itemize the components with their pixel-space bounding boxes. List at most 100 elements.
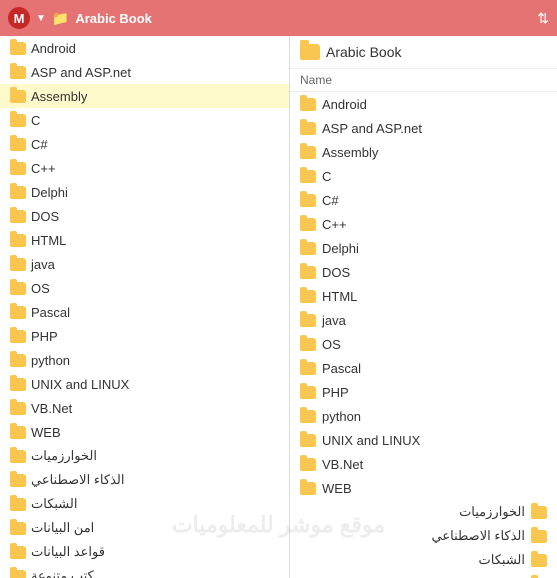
folder-icon [300,458,316,471]
right-list-item[interactable]: OS [290,332,557,356]
item-label: Delphi [322,241,359,256]
right-list-item[interactable]: Assembly [290,140,557,164]
left-tree-item[interactable]: VB.Net [0,396,289,420]
folder-icon [300,362,316,375]
item-label: Pascal [31,305,70,320]
left-tree-item[interactable]: Delphi [0,180,289,204]
folder-icon [300,122,316,135]
top-bar: M ▼ 📁 Arabic Book ⇅ [0,0,557,36]
right-list-item[interactable]: C [290,164,557,188]
right-list-item[interactable]: java [290,308,557,332]
item-label: UNIX and LINUX [322,433,420,448]
left-tree-item[interactable]: ASP and ASP.net [0,60,289,84]
right-list-item[interactable]: Delphi [290,236,557,260]
right-list-item[interactable]: HTML [290,284,557,308]
right-list-item[interactable]: الخوارزميات [290,500,557,524]
left-tree-item[interactable]: الخوارزميات [0,444,289,468]
item-label: OS [31,281,50,296]
item-label: OS [322,337,341,352]
folder-icon [10,522,26,535]
item-label: WEB [31,425,61,440]
folder-icon [300,386,316,399]
folder-icon [10,162,26,175]
item-label: python [322,409,361,424]
left-tree-item[interactable]: OS [0,276,289,300]
item-label: PHP [322,385,349,400]
right-list-item[interactable]: VB.Net [290,452,557,476]
item-label: java [31,257,55,272]
left-tree-item[interactable]: C [0,108,289,132]
folder-icon [300,290,316,303]
item-label: Android [31,41,76,56]
right-list-item[interactable]: الذكاء الاصطناعي [290,524,557,548]
item-label: java [322,313,346,328]
item-label: VB.Net [31,401,72,416]
folder-icon [10,378,26,391]
folder-icon [10,282,26,295]
right-list-item[interactable]: Android [290,92,557,116]
folder-icon [10,306,26,319]
item-label: C# [31,137,48,152]
right-list-item[interactable]: WEB [290,476,557,500]
right-list-item[interactable]: امن البيانات [290,572,557,578]
left-tree-item[interactable]: Android [0,36,289,60]
folder-icon [300,170,316,183]
right-list-item[interactable]: C# [290,188,557,212]
item-label: C++ [322,217,347,232]
left-tree-item[interactable]: Pascal [0,300,289,324]
item-label: VB.Net [322,457,363,472]
left-tree-item[interactable]: الذكاء الاصطناعي [0,468,289,492]
right-pane: Arabic Book Name AndroidASP and ASP.net A… [290,36,557,578]
left-tree-item[interactable]: Assembly [0,84,289,108]
left-tree-item[interactable]: HTML [0,228,289,252]
folder-icon [10,258,26,271]
item-label: قواعد البيانات [31,544,105,560]
left-tree-item[interactable]: كتب متنوعة [0,564,289,578]
left-tree-item[interactable]: امن البيانات [0,516,289,540]
left-tree-item[interactable]: DOS [0,204,289,228]
right-panel-title: Arabic Book [326,44,401,60]
folder-icon [10,498,26,511]
item-label: HTML [322,289,357,304]
folder-icon [300,98,316,111]
left-tree-item[interactable]: C++ [0,156,289,180]
item-label: Assembly [322,145,378,160]
folder-icon [300,242,316,255]
folder-icon [10,234,26,247]
folder-icon [10,546,26,559]
right-list-item[interactable]: ASP and ASP.net [290,116,557,140]
left-tree-item[interactable]: WEB [0,420,289,444]
item-label: DOS [31,209,59,224]
main-content: AndroidASP and ASP.netAssemblyCC#C++Delp… [0,36,557,578]
left-tree-item[interactable]: C# [0,132,289,156]
right-col-header: Name [290,69,557,92]
folder-icon [531,530,547,543]
right-list-item[interactable]: PHP [290,380,557,404]
folder-icon [10,210,26,223]
folder-icon [10,354,26,367]
folder-icon [10,570,26,578]
left-tree-item[interactable]: python [0,348,289,372]
left-tree-item[interactable]: UNIX and LINUX [0,372,289,396]
item-label: HTML [31,233,66,248]
folder-icon [300,146,316,159]
right-list-item[interactable]: الشبكات [290,548,557,572]
right-panel-header: Arabic Book [290,36,557,69]
right-list-item[interactable]: Pascal [290,356,557,380]
right-list-item[interactable]: C++ [290,212,557,236]
folder-icon [10,402,26,415]
item-label: Delphi [31,185,68,200]
right-list-item[interactable]: UNIX and LINUX [290,428,557,452]
left-tree-item[interactable]: قواعد البيانات [0,540,289,564]
left-tree-item[interactable]: الشبكات [0,492,289,516]
left-tree-item[interactable]: java [0,252,289,276]
app-icon: M [8,7,30,29]
top-bar-title: Arabic Book [75,11,531,26]
folder-icon [300,314,316,327]
item-label: الذكاء الاصطناعي [31,472,124,488]
left-pane: Android ASP and ASP.netAssemblyC C# C++ Delp… [0,36,290,578]
right-list-item[interactable]: python [290,404,557,428]
right-list-item[interactable]: DOS [290,260,557,284]
sort-icon[interactable]: ⇅ [537,10,549,27]
left-tree-item[interactable]: PHP [0,324,289,348]
